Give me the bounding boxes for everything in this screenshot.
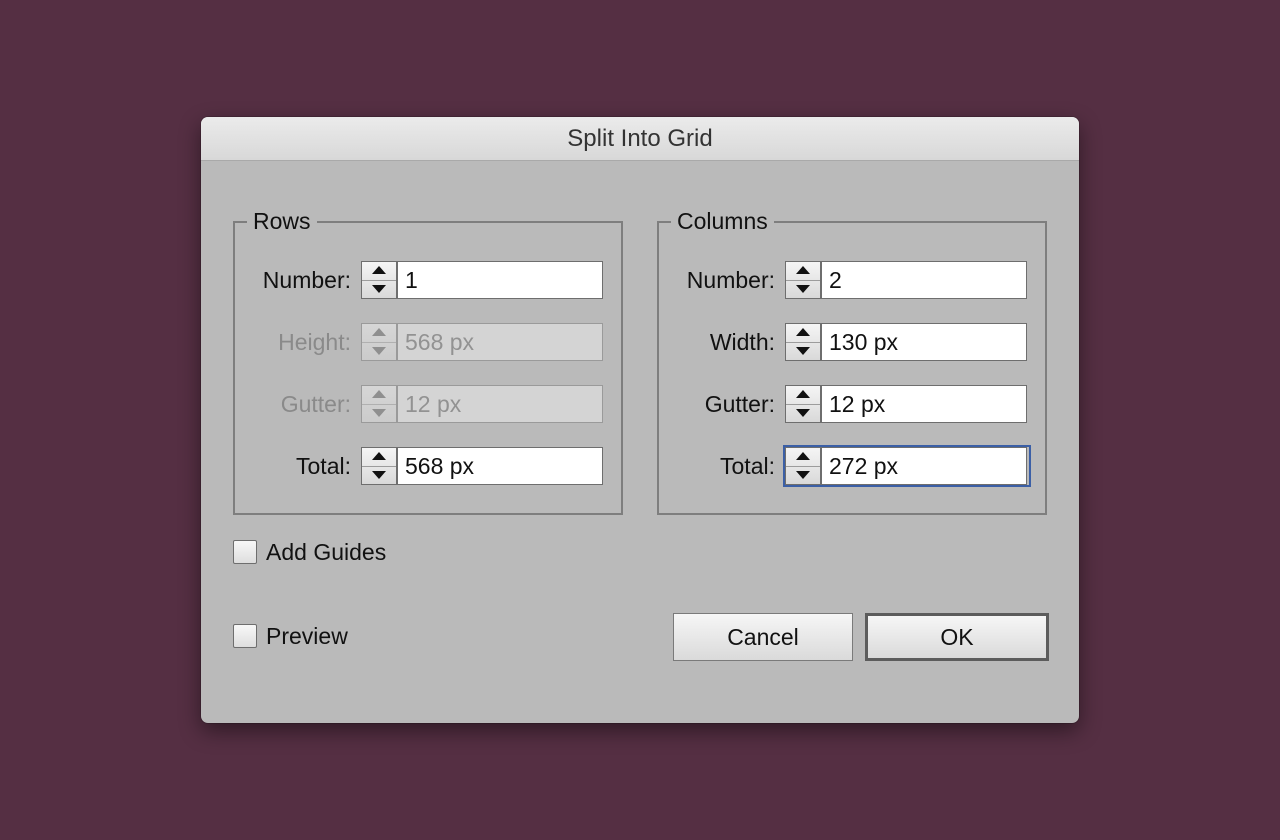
columns-width-label: Width: — [709, 329, 775, 355]
rows-number-stepper[interactable] — [361, 261, 397, 299]
rows-total-increment-icon[interactable] — [362, 448, 396, 467]
rows-number-input[interactable] — [397, 261, 603, 299]
add-guides-checkbox[interactable] — [233, 540, 257, 564]
columns-number-input[interactable] — [821, 261, 1027, 299]
columns-group: Columns Number: Width: Gutter: Total: — [657, 206, 1047, 515]
rows-gutter-increment-icon — [362, 386, 396, 405]
rows-gutter-decrement-icon — [362, 404, 396, 422]
rows-total-label: Total: — [296, 453, 351, 479]
rows-gutter-stepper — [361, 385, 397, 423]
columns-total-input[interactable] — [821, 447, 1027, 485]
rows-height-decrement-icon — [362, 342, 396, 360]
rows-height-increment-icon — [362, 324, 396, 343]
preview-label[interactable]: Preview — [266, 619, 348, 653]
split-into-grid-dialog: Split Into Grid Rows Number: Height: Gut… — [201, 117, 1079, 723]
columns-total-label: Total: — [720, 453, 775, 479]
columns-total-increment-icon[interactable] — [786, 448, 820, 467]
dialog-title: Split Into Grid — [201, 117, 1079, 161]
columns-gutter-increment-icon[interactable] — [786, 386, 820, 405]
rows-number-decrement-icon[interactable] — [362, 280, 396, 298]
rows-total-decrement-icon[interactable] — [362, 466, 396, 484]
columns-gutter-label: Gutter: — [704, 391, 775, 417]
rows-height-input — [397, 323, 603, 361]
columns-total-stepper[interactable] — [785, 447, 821, 485]
ok-button[interactable]: OK — [865, 613, 1049, 661]
rows-number-increment-icon[interactable] — [362, 262, 396, 281]
columns-gutter-input[interactable] — [821, 385, 1027, 423]
rows-total-input[interactable] — [397, 447, 603, 485]
columns-number-increment-icon[interactable] — [786, 262, 820, 281]
columns-width-increment-icon[interactable] — [786, 324, 820, 343]
columns-number-label: Number: — [686, 267, 775, 293]
rows-height-label: Height: — [278, 329, 351, 355]
columns-number-decrement-icon[interactable] — [786, 280, 820, 298]
columns-number-stepper[interactable] — [785, 261, 821, 299]
columns-width-stepper[interactable] — [785, 323, 821, 361]
columns-gutter-stepper[interactable] — [785, 385, 821, 423]
columns-legend: Columns — [671, 206, 774, 236]
columns-width-decrement-icon[interactable] — [786, 342, 820, 360]
rows-group: Rows Number: Height: Gutter: Total: — [233, 206, 623, 515]
columns-width-input[interactable] — [821, 323, 1027, 361]
cancel-button[interactable]: Cancel — [673, 613, 853, 661]
rows-legend: Rows — [247, 206, 317, 236]
columns-total-decrement-icon[interactable] — [786, 466, 820, 484]
columns-gutter-decrement-icon[interactable] — [786, 404, 820, 422]
rows-number-label: Number: — [262, 267, 351, 293]
add-guides-label[interactable]: Add Guides — [266, 535, 386, 569]
rows-gutter-label: Gutter: — [280, 391, 351, 417]
preview-checkbox[interactable] — [233, 624, 257, 648]
rows-total-stepper[interactable] — [361, 447, 397, 485]
rows-gutter-input — [397, 385, 603, 423]
rows-height-stepper — [361, 323, 397, 361]
